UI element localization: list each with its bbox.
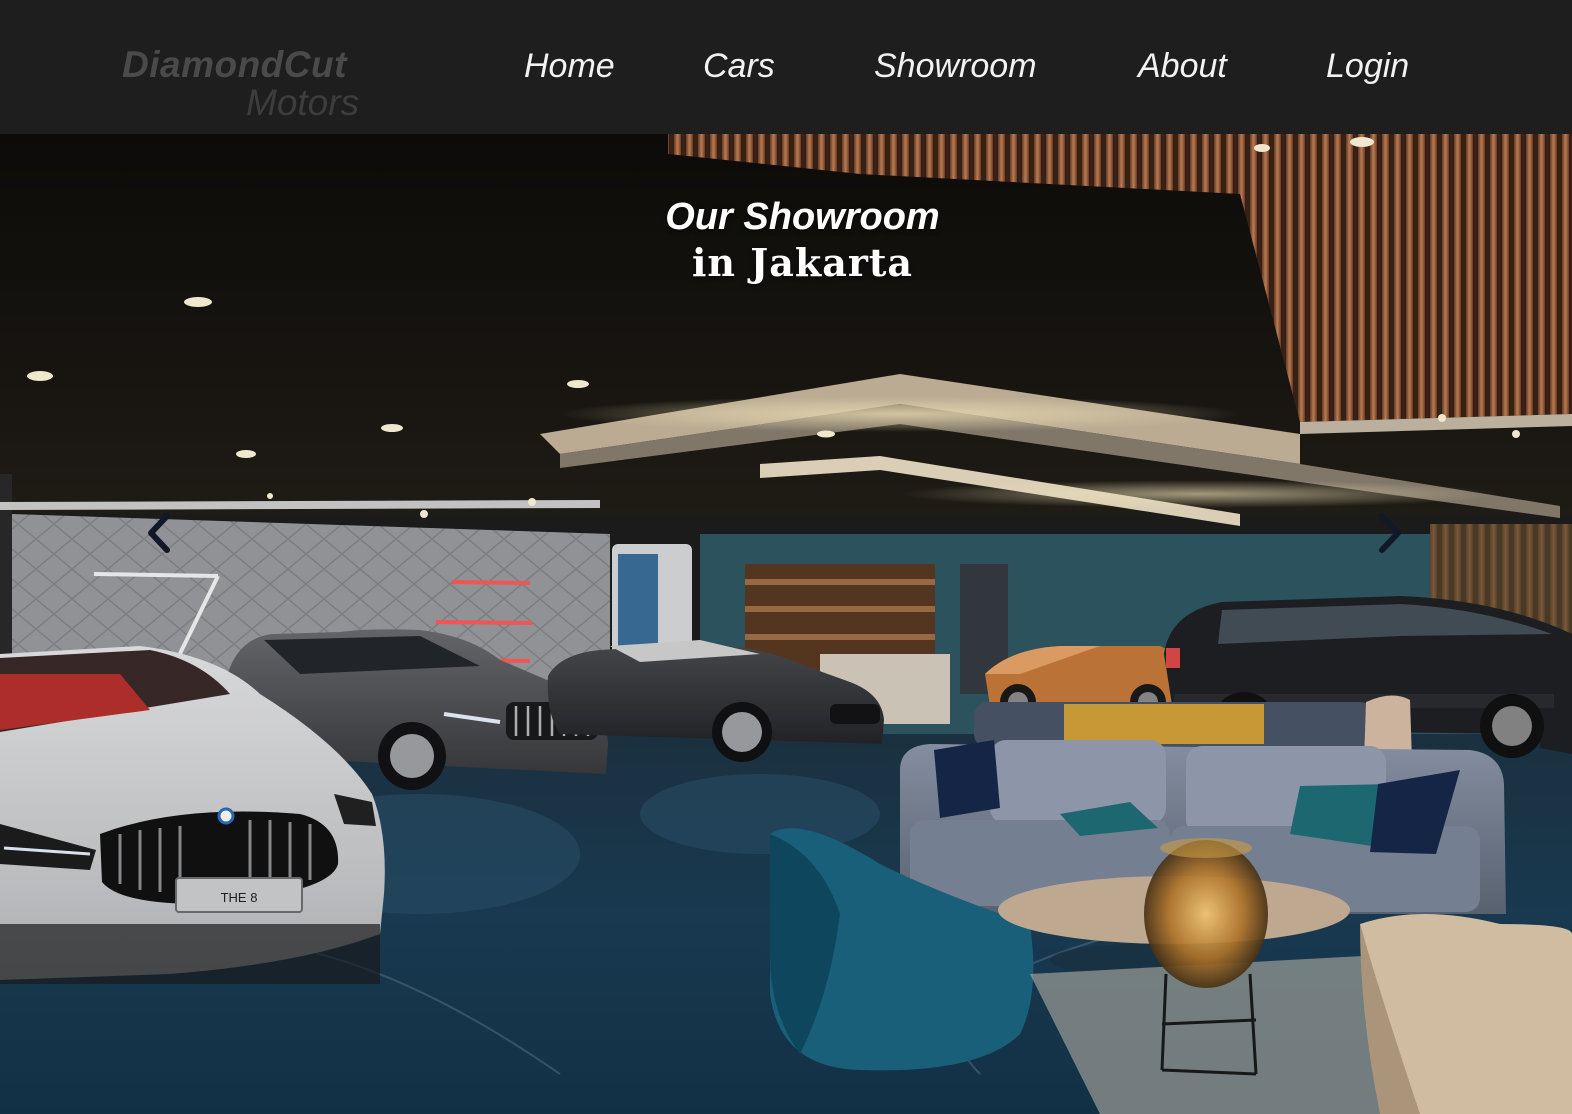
nav-home-link[interactable]: Home	[524, 46, 615, 86]
chevron-right-icon	[1379, 513, 1401, 553]
brand-logo[interactable]: DiamondCut Motors	[122, 44, 382, 128]
top-navbar: DiamondCut Motors Home Cars Showroom Abo…	[0, 0, 1572, 134]
nav-login-link[interactable]: Login	[1326, 46, 1409, 86]
nav-showroom-link[interactable]: Showroom	[874, 46, 1037, 86]
chevron-left-icon	[148, 513, 170, 553]
carousel-prev-button[interactable]	[143, 510, 179, 556]
brand-name: DiamondCut	[122, 44, 347, 85]
nav-about-link[interactable]: About	[1138, 46, 1227, 86]
hero-title-line1: Our Showroom	[665, 196, 940, 238]
carousel-next-button[interactable]	[1370, 510, 1406, 556]
brand-subname: Motors	[246, 82, 360, 123]
hero-title-line2: in Jakarta	[691, 240, 914, 285]
nav-cars-link[interactable]: Cars	[703, 46, 775, 86]
hero-carousel: THE 8 Our Showroom in Jakarta	[0, 134, 1572, 1114]
page: DiamondCut Motors Home Cars Showroom Abo…	[0, 0, 1572, 1114]
